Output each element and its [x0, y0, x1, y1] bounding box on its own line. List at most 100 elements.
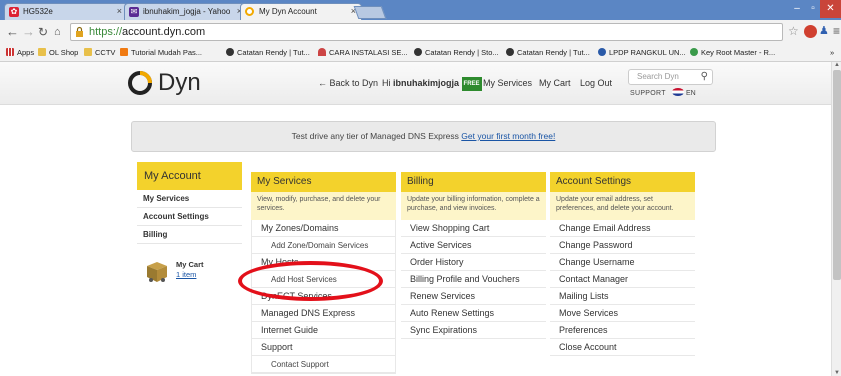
language-selector[interactable]: EN: [672, 88, 696, 100]
nav-my-services[interactable]: My Services: [483, 77, 532, 89]
close-icon[interactable]: ×: [117, 4, 122, 19]
new-tab-button[interactable]: [353, 6, 387, 19]
window-close-icon[interactable]: ✕: [820, 0, 841, 18]
menu-icon[interactable]: ≡: [833, 24, 840, 39]
key-icon: [690, 48, 698, 56]
list-item[interactable]: Auto Renew Settings: [401, 305, 546, 322]
list-item[interactable]: View Shopping Cart: [401, 220, 546, 237]
list-item[interactable]: Change Username: [550, 254, 695, 271]
scroll-down-icon[interactable]: ▼: [833, 370, 841, 376]
lock-icon: [76, 26, 83, 37]
column-title[interactable]: My Services: [251, 172, 396, 192]
list-item[interactable]: Close Account: [550, 339, 695, 356]
reload-icon[interactable]: ↻: [38, 24, 48, 40]
list-item[interactable]: Managed DNS Express: [252, 305, 395, 322]
sidebar-item-account-settings[interactable]: Account Settings: [137, 208, 242, 226]
bookmarks-bar: Apps OL Shop CCTV Tutorial Mudah Pas... …: [0, 44, 841, 62]
services-list: My Zones/Domains Add Zone/Domain Service…: [251, 220, 396, 374]
list-item[interactable]: Internet Guide: [252, 322, 395, 339]
bookmark-cctv[interactable]: CCTV: [84, 47, 115, 58]
list-item[interactable]: Add Zone/Domain Services: [252, 237, 395, 254]
account-sidebar: My Account My Services Account Settings …: [137, 162, 242, 244]
bookmark-catatan-1[interactable]: Catatan Rendy | Tut...: [226, 47, 310, 58]
cart-items-link[interactable]: 1 item: [176, 270, 196, 279]
my-services-column: My Services View, modify, purchase, and …: [251, 172, 396, 374]
scroll-up-icon[interactable]: ▲: [833, 62, 841, 68]
list-item[interactable]: Move Services: [550, 305, 695, 322]
scrollbar-thumb[interactable]: [833, 70, 841, 280]
user-profile-icon[interactable]: ♟: [819, 24, 829, 39]
nav-my-cart[interactable]: My Cart: [539, 77, 571, 89]
bookmark-cara-instalasi[interactable]: CARA INSTALASI SE...: [318, 47, 408, 58]
bookmarks-overflow[interactable]: »: [830, 47, 834, 58]
list-item[interactable]: Contact Manager: [550, 271, 695, 288]
search-input[interactable]: Search Dyn ⚲: [628, 69, 713, 85]
free-badge: FREE: [461, 77, 482, 91]
browser-tab-hg532e[interactable]: ✿ HG532e ×: [4, 3, 128, 20]
column-title[interactable]: Account Settings: [550, 172, 695, 192]
list-item[interactable]: Mailing Lists: [550, 288, 695, 305]
sidebar-title: My Account: [137, 162, 242, 190]
bookmark-apps[interactable]: Apps: [6, 47, 34, 58]
blogger-icon: [120, 48, 128, 56]
bookmark-olshop[interactable]: OL Shop: [38, 47, 78, 58]
page-scrollbar[interactable]: ▲ ▼: [831, 62, 841, 376]
browser-titlebar: ✿ HG532e × ✉ ibnuhakim_jogja - Yahoo × M…: [0, 0, 841, 20]
tab-title: My Dyn Account: [259, 7, 317, 16]
home-icon[interactable]: ⌂: [54, 24, 61, 40]
sidebar-item-my-services[interactable]: My Services: [137, 190, 242, 208]
list-item[interactable]: Change Password: [550, 237, 695, 254]
list-item[interactable]: Renew Services: [401, 288, 546, 305]
column-title[interactable]: Billing: [401, 172, 546, 192]
address-bar[interactable]: https://account.dyn.com: [70, 23, 783, 41]
extension-red-icon[interactable]: [804, 25, 817, 38]
list-item[interactable]: My Zones/Domains: [252, 220, 395, 237]
support-link[interactable]: SUPPORT: [630, 90, 666, 97]
list-item[interactable]: DynECT Services: [252, 288, 395, 305]
add-host-services-link[interactable]: Add Host Services: [252, 271, 395, 288]
huawei-icon: ✿: [9, 7, 19, 17]
bookmark-tutorial[interactable]: Tutorial Mudah Pas...: [120, 47, 202, 58]
search-placeholder: Search Dyn: [637, 72, 679, 81]
list-item[interactable]: My Hosts: [252, 254, 395, 271]
tab-title: ibnuhakim_jogja - Yahoo: [143, 7, 231, 16]
list-item[interactable]: Contact Support: [252, 356, 395, 373]
sidebar-item-billing[interactable]: Billing: [137, 226, 242, 244]
bookmark-star-icon[interactable]: ☆: [788, 24, 799, 39]
nav-log-out[interactable]: Log Out: [580, 77, 612, 89]
maximize-icon[interactable]: ▫: [806, 0, 820, 18]
tab-title: HG532e: [23, 7, 53, 16]
list-item[interactable]: Sync Expirations: [401, 322, 546, 339]
bookmark-catatan-3[interactable]: Catatan Rendy | Tut...: [506, 47, 590, 58]
dyn-logo-text[interactable]: Dyn: [158, 69, 201, 97]
browser-toolbar: ← → ↻ ⌂ https://account.dyn.com ☆ ♟ ≡: [0, 20, 841, 44]
dyn-favicon-icon: [245, 7, 254, 16]
list-item[interactable]: Order History: [401, 254, 546, 271]
bookmark-catatan-2[interactable]: Catatan Rendy | Sto...: [414, 47, 499, 58]
us-flag-icon: [672, 88, 684, 96]
list-item[interactable]: Billing Profile and Vouchers: [401, 271, 546, 288]
apps-grid-icon: [6, 48, 14, 56]
browser-tab-dyn[interactable]: My Dyn Account ×: [240, 3, 362, 20]
minimize-icon[interactable]: –: [788, 0, 806, 18]
browser-tab-yahoo[interactable]: ✉ ibnuhakim_jogja - Yahoo ×: [124, 3, 248, 20]
search-icon[interactable]: ⚲: [701, 70, 708, 84]
promo-text: Test drive any tier of Managed DNS Expre…: [291, 131, 459, 141]
mail-icon: ✉: [129, 7, 139, 17]
forward-arrow-icon[interactable]: →: [22, 24, 35, 40]
back-arrow-icon[interactable]: ←: [6, 24, 19, 40]
list-item[interactable]: Preferences: [550, 322, 695, 339]
column-description: Update your email address, set preferenc…: [550, 192, 695, 220]
back-to-dyn-link[interactable]: ← Back to Dyn: [318, 77, 378, 89]
list-item[interactable]: Support: [252, 339, 395, 356]
wordpress-icon: [414, 48, 422, 56]
bookmark-lpdp[interactable]: LPDP RANGKUL UN...: [598, 47, 686, 58]
shopping-cart-icon[interactable]: [145, 260, 169, 284]
promo-link[interactable]: Get your first month free!: [461, 131, 555, 141]
bookmark-key-root[interactable]: Key Root Master - R...: [690, 47, 775, 58]
folder-icon: [84, 48, 92, 56]
settings-list: Change Email Address Change Password Cha…: [550, 220, 695, 356]
account-settings-column: Account Settings Update your email addre…: [550, 172, 695, 356]
list-item[interactable]: Active Services: [401, 237, 546, 254]
list-item[interactable]: Change Email Address: [550, 220, 695, 237]
